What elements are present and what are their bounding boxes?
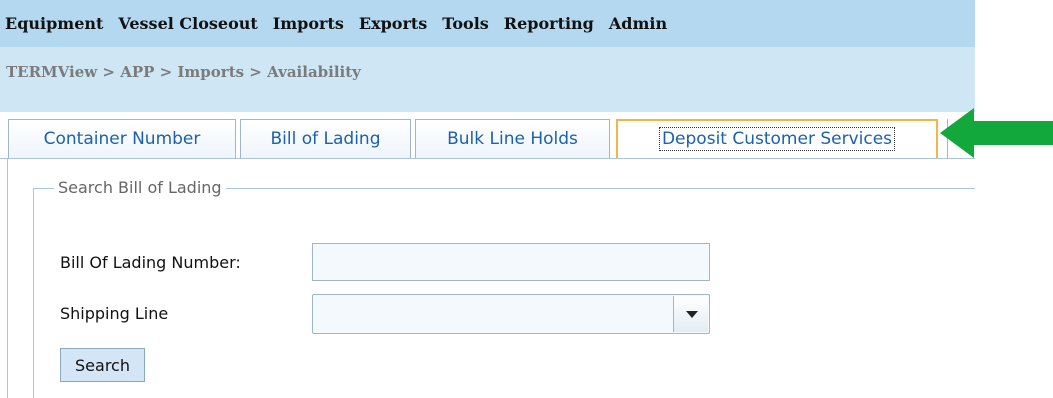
search-button[interactable]: Search xyxy=(60,348,145,382)
tab-container-number[interactable]: Container Number xyxy=(8,119,236,158)
shipping-line-select[interactable] xyxy=(312,294,710,334)
shipping-line-label: Shipping Line xyxy=(60,304,169,323)
tab-label: Deposit Customer Services xyxy=(658,127,896,151)
tab-panel-left-border xyxy=(7,159,8,398)
bol-number-label: Bill Of Lading Number: xyxy=(60,253,241,272)
main-menu: Equipment Vessel Closeout Imports Export… xyxy=(0,0,975,47)
breadcrumb: TERMView > APP > Imports > Availability xyxy=(6,63,361,81)
tab-label: Bill of Lading xyxy=(270,129,381,149)
shipping-line-dropdown-button[interactable] xyxy=(673,296,708,332)
header-area: Equipment Vessel Closeout Imports Export… xyxy=(0,0,975,112)
arrow-left-icon xyxy=(940,108,1053,158)
tab-label: Container Number xyxy=(43,129,201,149)
tab-label: Bulk Line Holds xyxy=(447,129,578,149)
tab-bill-of-lading[interactable]: Bill of Lading xyxy=(240,119,411,158)
menu-item-vessel-closeout[interactable]: Vessel Closeout xyxy=(118,14,257,33)
tab-deposit-customer-services[interactable]: Deposit Customer Services xyxy=(616,119,938,158)
tab-panel-top-border xyxy=(0,158,975,159)
tab-bulk-line-holds[interactable]: Bulk Line Holds xyxy=(415,119,610,158)
menu-item-admin[interactable]: Admin xyxy=(609,14,667,33)
menu-item-imports[interactable]: Imports xyxy=(273,14,344,33)
menu-item-exports[interactable]: Exports xyxy=(359,14,427,33)
fieldset-left-border xyxy=(33,188,34,398)
fieldset-legend: Search Bill of Lading xyxy=(54,178,226,197)
menu-item-equipment[interactable]: Equipment xyxy=(5,14,103,33)
menu-item-tools[interactable]: Tools xyxy=(442,14,489,33)
bol-number-input[interactable] xyxy=(312,243,710,281)
menu-item-reporting[interactable]: Reporting xyxy=(504,14,594,33)
chevron-down-icon xyxy=(686,311,698,318)
